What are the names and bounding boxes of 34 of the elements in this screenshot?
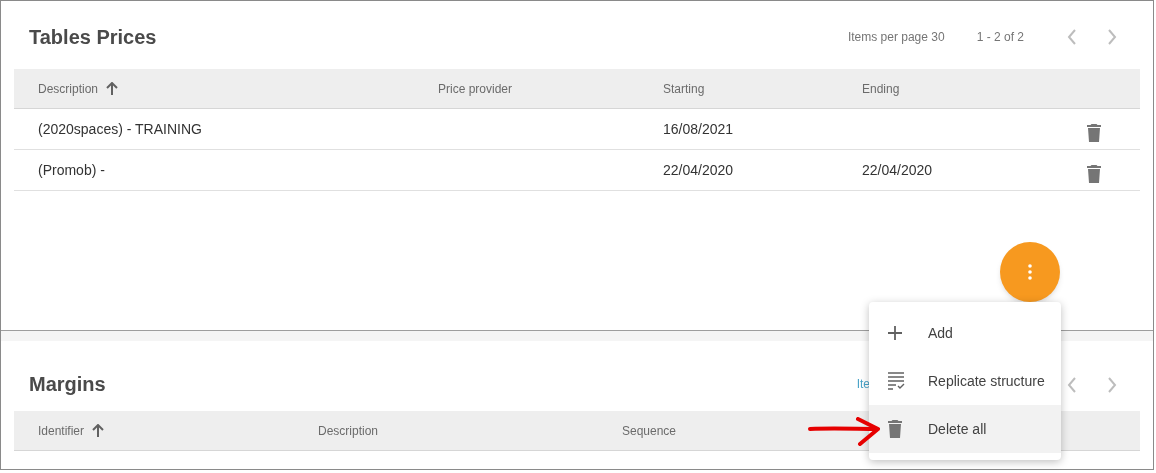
table-cell: (2020spaces) - TRAINING xyxy=(38,121,202,137)
page-range: 1 - 2 of 2 xyxy=(976,29,1024,46)
column-header[interactable]: Starting xyxy=(663,79,705,98)
column-header[interactable]: Sequence xyxy=(622,421,677,440)
chevron-right-icon xyxy=(1107,29,1117,45)
sort-arrow-icon xyxy=(92,424,105,437)
menu-item[interactable]: Add xyxy=(869,309,1061,357)
section-title: Margins xyxy=(29,372,106,397)
menu-item[interactable]: Replicate structure xyxy=(869,357,1061,405)
menu-item[interactable]: Delete all xyxy=(869,405,1061,453)
table-cell: (Promob) - xyxy=(38,162,105,178)
delete-button[interactable] xyxy=(1086,164,1102,184)
items-per-page-label: Items per page 30 xyxy=(847,29,945,46)
items-per-page-label: Ite xyxy=(856,376,870,393)
plus-icon xyxy=(888,326,902,340)
column-header[interactable]: Identifier xyxy=(38,421,105,440)
column-header[interactable]: Description xyxy=(318,421,379,440)
table-cell: 22/04/2020 xyxy=(862,162,933,178)
table-cell: 22/04/2020 xyxy=(663,162,734,178)
arrow-annotation-drawing xyxy=(808,417,880,447)
column-header[interactable]: Description xyxy=(38,79,119,98)
table-cell: 16/08/2021 xyxy=(663,121,734,137)
chevron-left-icon xyxy=(1067,29,1077,45)
section-title: Tables Prices xyxy=(29,25,157,50)
column-header[interactable]: Price provider xyxy=(438,79,513,98)
list-check-icon xyxy=(888,372,905,390)
column-header[interactable]: Ending xyxy=(862,79,900,98)
more-actions-button[interactable] xyxy=(1000,242,1060,302)
delete-button[interactable] xyxy=(1086,123,1102,143)
more-vertical-icon xyxy=(1028,264,1032,280)
trash-icon xyxy=(888,420,902,438)
chevron-right-icon xyxy=(1107,377,1117,393)
chevron-left-icon xyxy=(1067,377,1077,393)
sort-arrow-icon xyxy=(106,82,119,95)
